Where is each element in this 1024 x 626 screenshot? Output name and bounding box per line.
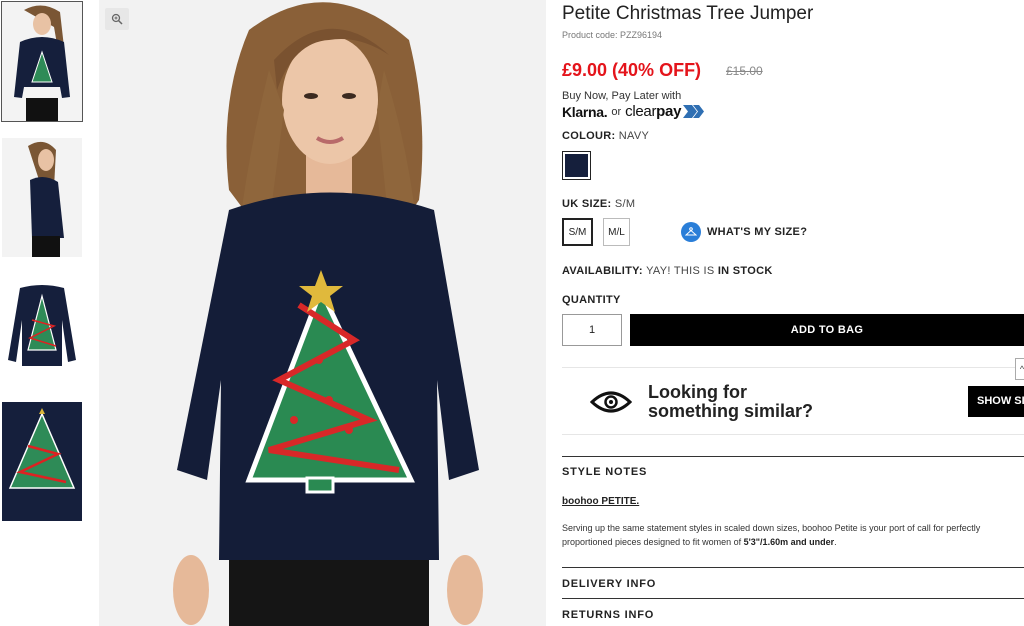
size-label: UK SIZE: S/M xyxy=(562,198,635,210)
product-page: Petite Christmas Tree Jumper Product cod… xyxy=(0,0,1024,626)
zoom-icon[interactable] xyxy=(105,8,129,30)
payment-options: Klarna. or clearpay xyxy=(562,103,705,120)
availability-label: AVAILABILITY: xyxy=(562,265,643,277)
main-product-image[interactable] xyxy=(99,0,546,626)
or-text: or xyxy=(611,105,622,118)
thumbnail-side[interactable] xyxy=(2,138,82,257)
clearpay-logo-b: pay xyxy=(656,103,682,120)
whats-my-size-label: WHAT'S MY SIZE? xyxy=(707,226,808,238)
scroll-up-icon[interactable]: ^ xyxy=(1015,358,1024,380)
add-to-bag-button[interactable]: ADD TO BAG xyxy=(630,314,1024,346)
sale-price: £9.00 (40% OFF) xyxy=(562,60,702,80)
desc-height: 5'3"/1.60m and under xyxy=(743,537,835,547)
brand-link[interactable]: boohoo PETITE. xyxy=(562,496,639,507)
thumbnail-front[interactable] xyxy=(1,1,83,122)
eye-icon xyxy=(590,391,632,413)
style-notes-title[interactable]: STYLE NOTES xyxy=(562,466,647,478)
show-similar-button[interactable]: SHOW SIMILAR xyxy=(968,386,1024,417)
similar-items-banner: ^ Looking for something similar? SHOW SI… xyxy=(562,358,1024,435)
klarna-logo[interactable]: Klarna. xyxy=(562,104,608,120)
similar-line2: something similar? xyxy=(648,401,814,421)
hanger-icon xyxy=(681,222,701,242)
availability-row: AVAILABILITY: YAY! THIS IS IN STOCK xyxy=(562,265,773,277)
colour-swatch-navy[interactable] xyxy=(562,151,591,180)
model-illustration xyxy=(99,0,546,626)
returns-divider xyxy=(562,598,1024,599)
stock-status: IN STOCK xyxy=(717,265,773,277)
quantity-label-text: QUANTITY xyxy=(562,294,621,306)
style-notes-description: Serving up the same statement styles in … xyxy=(562,521,1024,549)
desc-line1: Serving up the same statement styles in … xyxy=(562,523,981,533)
whats-my-size-link[interactable]: WHAT'S MY SIZE? xyxy=(681,222,807,242)
quantity-label: QUANTITY xyxy=(562,294,621,306)
colour-label: COLOUR: NAVY xyxy=(562,130,649,142)
delivery-divider xyxy=(562,567,1024,568)
similar-line1: Looking for xyxy=(648,382,747,402)
desc-line2: proportioned pieces designed to fit wome… xyxy=(562,537,837,547)
clearpay-logo-a: clear xyxy=(625,103,657,120)
style-notes-divider xyxy=(562,456,1024,457)
colour-value: NAVY xyxy=(618,130,650,142)
original-price: £15.00 xyxy=(726,64,763,78)
product-code: Product code: PZZ96194 xyxy=(562,30,663,40)
delivery-info-toggle[interactable]: DELIVERY INFO xyxy=(562,578,656,590)
thumbnail-flat[interactable] xyxy=(2,280,82,370)
colour-label-key: COLOUR: xyxy=(562,130,616,142)
bnpl-text: Buy Now, Pay Later with xyxy=(562,90,682,102)
thumbnail-detail[interactable] xyxy=(2,402,82,521)
desc-line2-text: proportioned pieces designed to fit wome… xyxy=(562,537,742,547)
size-option-m-l[interactable]: M/L xyxy=(603,218,630,246)
returns-info-toggle[interactable]: RETURNS INFO xyxy=(562,609,654,621)
similar-text: Looking for something similar? xyxy=(648,383,813,421)
size-value: S/M xyxy=(614,198,636,210)
quantity-input[interactable]: 1 xyxy=(562,314,622,346)
clearpay-arrow-icon xyxy=(683,105,705,118)
product-title: Petite Christmas Tree Jumper xyxy=(562,3,814,24)
availability-text: YAY! THIS IS xyxy=(646,265,715,277)
clearpay-logo[interactable]: clearpay xyxy=(625,103,681,120)
size-label-key: UK SIZE: xyxy=(562,198,612,210)
size-option-s-m[interactable]: S/M xyxy=(562,218,593,246)
